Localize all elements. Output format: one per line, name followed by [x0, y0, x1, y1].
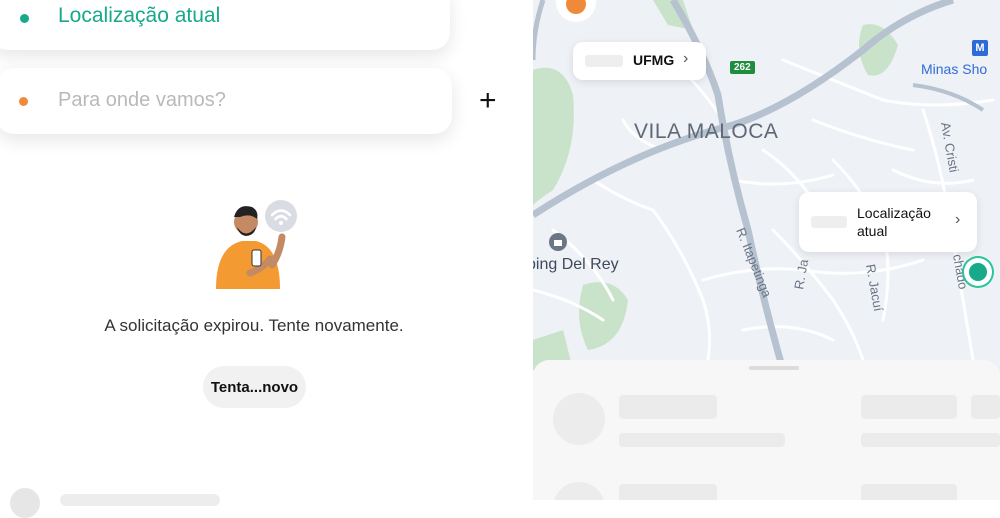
current-location-chip[interactable]: Localização atual › — [799, 192, 977, 252]
skeleton-line — [971, 395, 1000, 419]
current-location-chip-label: Localização atual — [857, 205, 931, 239]
skeleton-line — [619, 395, 717, 419]
expired-message: A solicitação expirou. Tente novamente. — [104, 316, 404, 335]
add-stop-button[interactable]: + — [479, 84, 497, 118]
wifi-icon — [265, 200, 297, 232]
chip-placeholder — [811, 216, 847, 228]
ghost-avatar — [10, 488, 40, 518]
chevron-right-icon: › — [683, 50, 689, 67]
chip-placeholder — [585, 55, 623, 67]
origin-field[interactable]: Localização atual — [0, 0, 450, 50]
map-panel[interactable]: R. Itapetinga R. Ja R. Jacuí Av. Cristi … — [533, 0, 1000, 500]
skeleton-line — [619, 484, 717, 500]
skeleton-avatar — [553, 393, 605, 445]
destination-input[interactable]: Para onde vamos? — [58, 89, 226, 112]
skeleton-line — [619, 433, 785, 447]
destination-field[interactable]: Para onde vamos? — [0, 68, 452, 134]
current-location-marker-icon — [964, 258, 992, 286]
skeleton-line — [861, 395, 957, 419]
expired-illustration-icon — [216, 200, 297, 289]
sheet-handle[interactable] — [749, 366, 799, 370]
skeleton-line — [861, 484, 957, 500]
destination-dot-icon — [19, 97, 28, 106]
destination-chip-label: UFMG — [633, 52, 675, 68]
poi-label: ping Del Rey — [533, 256, 619, 273]
neighborhood-label: VILA MALOCA — [634, 120, 779, 143]
shopping-bag-icon — [549, 233, 567, 251]
request-panel: Localização atual Para onde vamos? + A s… — [0, 0, 533, 518]
origin-label: Localização atual — [58, 4, 221, 27]
origin-dot-icon — [20, 14, 29, 23]
destination-chip[interactable]: UFMG › — [573, 42, 706, 80]
bottom-sheet[interactable] — [533, 360, 1000, 500]
poi-label: Minas Sho — [921, 61, 988, 77]
skeleton-avatar — [553, 482, 605, 500]
metro-icon: M — [972, 40, 988, 56]
retry-button[interactable]: Tenta...novo — [203, 366, 306, 408]
skeleton-line — [861, 433, 1000, 447]
chevron-right-icon: › — [955, 211, 961, 228]
ghost-text — [60, 494, 220, 506]
road-shield: 262 — [730, 61, 755, 74]
